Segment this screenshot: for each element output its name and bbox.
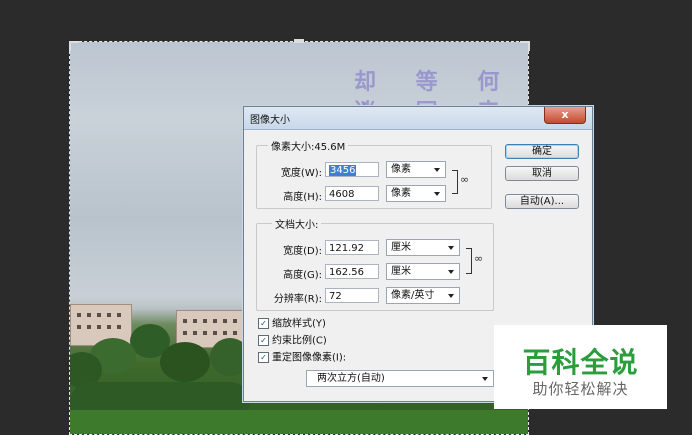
pixel-width-input[interactable]: 3456 bbox=[325, 162, 379, 177]
chevron-down-icon bbox=[448, 294, 454, 298]
resolution-input[interactable]: 72 bbox=[325, 288, 379, 303]
resolution-unit-select[interactable]: 像素/英寸 bbox=[386, 287, 460, 304]
doc-width-input[interactable]: 121.92 bbox=[325, 240, 379, 255]
chevron-down-icon bbox=[434, 192, 440, 196]
tree bbox=[160, 342, 210, 382]
resize-handle-top-right[interactable] bbox=[520, 41, 530, 51]
ok-button[interactable]: 确定 bbox=[505, 144, 579, 159]
chain-link-icon: ∞ bbox=[460, 173, 470, 186]
chain-link-icon: ∞ bbox=[474, 252, 484, 265]
lawn bbox=[70, 410, 528, 434]
pixel-width-label: 宽度(W): bbox=[280, 168, 322, 179]
doc-link-bracket bbox=[466, 248, 472, 274]
resolution-label: 分辨率(R): bbox=[273, 294, 322, 305]
pixel-height-unit-select[interactable]: 像素 bbox=[386, 185, 446, 202]
resize-handle-top-left[interactable] bbox=[69, 41, 79, 51]
pixel-link-bracket bbox=[452, 170, 458, 194]
auto-button[interactable]: 自动(A)... bbox=[505, 194, 579, 209]
dialog-title: 图像大小 bbox=[250, 115, 290, 126]
constrain-proportions-checkbox[interactable]: ✓ 约束比例(C) bbox=[258, 335, 327, 349]
chevron-down-icon bbox=[448, 246, 454, 250]
cancel-button[interactable]: 取消 bbox=[505, 166, 579, 181]
pixel-height-input[interactable]: 4608 bbox=[325, 186, 379, 201]
close-icon: x bbox=[561, 108, 569, 121]
resample-label: 重定图像像素(I): bbox=[272, 352, 347, 364]
doc-width-unit-select[interactable]: 厘米 bbox=[386, 239, 460, 256]
watermark-subtitle: 助你轻松解决 bbox=[532, 380, 629, 398]
resample-method-select[interactable]: 两次立方(自动) bbox=[306, 370, 494, 387]
baike-watermark-logo: 百科全说 助你轻松解决 bbox=[494, 325, 667, 409]
doc-width-label: 宽度(D): bbox=[283, 246, 322, 257]
scale-styles-checkbox[interactable]: ✓ 缩放样式(Y) bbox=[258, 318, 326, 332]
scale-styles-label: 缩放样式(Y) bbox=[272, 318, 326, 330]
pixel-width-unit-select[interactable]: 像素 bbox=[386, 161, 446, 178]
chevron-down-icon bbox=[482, 377, 488, 381]
doc-height-label: 高度(G): bbox=[283, 270, 322, 281]
checkmark-icon: ✓ bbox=[258, 335, 269, 346]
checkmark-icon: ✓ bbox=[258, 352, 269, 363]
chevron-down-icon bbox=[448, 270, 454, 274]
pixel-height-label: 高度(H): bbox=[283, 192, 322, 203]
checkmark-icon: ✓ bbox=[258, 318, 269, 329]
close-button[interactable]: x bbox=[544, 107, 586, 124]
constrain-proportions-label: 约束比例(C) bbox=[272, 335, 327, 347]
resize-handle-top-center[interactable] bbox=[294, 39, 304, 43]
document-size-legend: 文档大小: bbox=[272, 216, 322, 231]
resample-checkbox[interactable]: ✓ 重定图像像素(I): bbox=[258, 352, 346, 366]
pixel-dimensions-legend: 像素大小:45.6M bbox=[268, 138, 349, 153]
chevron-down-icon bbox=[434, 168, 440, 172]
doc-height-input[interactable]: 162.56 bbox=[325, 264, 379, 279]
dialog-titlebar[interactable]: 图像大小 x bbox=[244, 107, 592, 130]
doc-height-unit-select[interactable]: 厘米 bbox=[386, 263, 460, 280]
watermark-title: 百科全说 bbox=[522, 346, 639, 379]
